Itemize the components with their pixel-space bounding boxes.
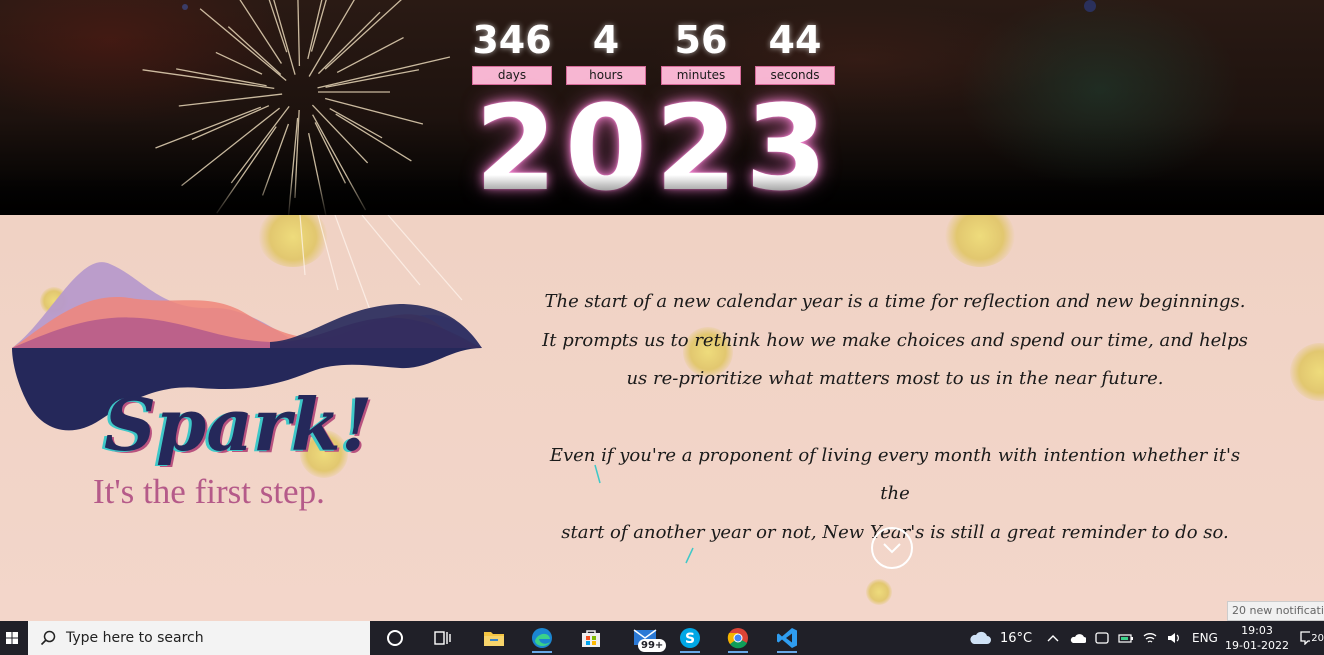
burst-ray bbox=[176, 68, 267, 87]
burst-ray bbox=[317, 11, 381, 75]
minutes-value: 56 bbox=[674, 18, 728, 62]
system-tray-icons: ENG bbox=[1046, 621, 1218, 655]
active-indicator bbox=[777, 651, 797, 653]
intro-section: Spark! It's the first step. The start of… bbox=[0, 215, 1324, 621]
days-value: 346 bbox=[472, 18, 552, 62]
taskbar-clock[interactable]: 19:03 19-01-2022 bbox=[1222, 623, 1292, 653]
cortana-button[interactable] bbox=[379, 623, 411, 653]
year-heading: 2023 bbox=[474, 79, 836, 215]
burst-ray bbox=[142, 69, 275, 90]
burst-ray bbox=[178, 93, 283, 107]
meet-now-icon[interactable] bbox=[1094, 631, 1110, 645]
windows-taskbar: Type here to search 99+ S 16°C ENG 19:03… bbox=[0, 621, 1324, 655]
active-indicator bbox=[532, 651, 552, 653]
search-icon bbox=[40, 630, 56, 646]
clock-date: 19-01-2022 bbox=[1225, 639, 1289, 652]
onedrive-icon[interactable] bbox=[1070, 631, 1086, 645]
paragraph-1-line: It prompts us to rethink how we make cho… bbox=[542, 329, 1248, 351]
vscode-icon bbox=[777, 628, 797, 648]
cortana-icon bbox=[387, 630, 403, 646]
paragraph-2-line: Even if you're a proponent of living eve… bbox=[549, 444, 1241, 505]
active-indicator bbox=[728, 651, 748, 653]
burst-ray bbox=[308, 132, 327, 215]
notification-icon bbox=[1300, 631, 1311, 645]
skype-button[interactable]: S bbox=[674, 623, 706, 653]
brand-tagline: It's the first step. bbox=[93, 472, 325, 511]
countdown-hours: 4 hours bbox=[565, 18, 647, 85]
wifi-icon[interactable] bbox=[1142, 631, 1158, 645]
burst-ray bbox=[312, 114, 367, 211]
weather-widget[interactable]: 16°C bbox=[968, 621, 1032, 655]
burst-ray bbox=[216, 126, 277, 214]
burst-ray bbox=[329, 108, 383, 139]
chrome-button[interactable] bbox=[722, 623, 754, 653]
hero-banner: 346 days 4 hours 56 minutes 44 seconds 2… bbox=[0, 0, 1324, 215]
chrome-icon bbox=[727, 628, 748, 649]
svg-text:S: S bbox=[685, 631, 695, 647]
burst-ray bbox=[310, 0, 327, 52]
task-view-button[interactable] bbox=[427, 623, 459, 653]
burst-ray bbox=[335, 113, 412, 162]
start-button[interactable] bbox=[0, 621, 24, 655]
cloud-icon bbox=[970, 631, 991, 644]
edge-button[interactable] bbox=[526, 623, 558, 653]
burst-ray bbox=[155, 106, 262, 149]
paragraph-1-line: us re-prioritize what matters most to us… bbox=[626, 368, 1164, 389]
burst-ray bbox=[324, 0, 402, 70]
skype-icon: S bbox=[680, 628, 700, 648]
scroll-down-button[interactable] bbox=[871, 527, 913, 569]
store-icon bbox=[582, 630, 600, 647]
burst-ray bbox=[261, 123, 290, 196]
intro-copy: The start of a new calendar year is a ti… bbox=[540, 283, 1250, 552]
burst-ray bbox=[191, 105, 270, 141]
action-center-button[interactable]: 20 bbox=[1300, 621, 1324, 655]
notification-tooltip[interactable]: 20 new notificatio bbox=[1227, 601, 1324, 621]
language-indicator[interactable]: ENG bbox=[1192, 631, 1218, 645]
battery-icon[interactable] bbox=[1118, 631, 1134, 645]
burst-ray bbox=[181, 107, 281, 187]
burst-ray bbox=[336, 36, 404, 74]
mail-button[interactable]: 99+ bbox=[626, 623, 667, 653]
burst-ray bbox=[324, 97, 424, 125]
intro-paragraph-1: The start of a new calendar year is a ti… bbox=[540, 283, 1250, 399]
countdown: 346 days 4 hours 56 minutes 44 seconds bbox=[470, 18, 840, 88]
mail-badge: 99+ bbox=[638, 639, 667, 652]
burst-ray bbox=[273, 0, 296, 75]
file-explorer-icon bbox=[484, 632, 504, 646]
temperature: 16°C bbox=[1000, 630, 1033, 646]
hours-value: 4 bbox=[592, 18, 620, 62]
paragraph-1-line: The start of a new calendar year is a ti… bbox=[544, 291, 1246, 312]
notification-count: 20 bbox=[1311, 632, 1324, 644]
brand-title: Spark! bbox=[104, 382, 373, 467]
burst-ray bbox=[268, 0, 288, 53]
chevron-up-icon[interactable] bbox=[1046, 633, 1060, 643]
seconds-value: 44 bbox=[768, 18, 822, 62]
search-placeholder: Type here to search bbox=[66, 630, 204, 646]
chevron-down-icon bbox=[883, 543, 901, 554]
active-indicator bbox=[680, 651, 700, 653]
burst-ray bbox=[325, 69, 420, 88]
volume-icon[interactable] bbox=[1166, 631, 1182, 645]
file-explorer-button[interactable] bbox=[478, 623, 510, 653]
taskbar-search-box[interactable]: Type here to search bbox=[28, 621, 370, 655]
countdown-minutes: 56 minutes bbox=[660, 18, 742, 85]
task-view-icon bbox=[434, 631, 451, 645]
clock-time: 19:03 bbox=[1241, 624, 1273, 637]
burst-ray bbox=[314, 122, 347, 184]
countdown-days: 346 days bbox=[470, 18, 554, 85]
edge-icon bbox=[532, 628, 552, 648]
burst-ray bbox=[215, 51, 263, 75]
vscode-button[interactable] bbox=[771, 623, 803, 653]
burst-ray bbox=[297, 0, 301, 67]
store-button[interactable] bbox=[575, 623, 607, 653]
windows-logo-icon bbox=[6, 632, 18, 644]
countdown-seconds: 44 seconds bbox=[754, 18, 836, 85]
burst-ray bbox=[199, 8, 287, 81]
